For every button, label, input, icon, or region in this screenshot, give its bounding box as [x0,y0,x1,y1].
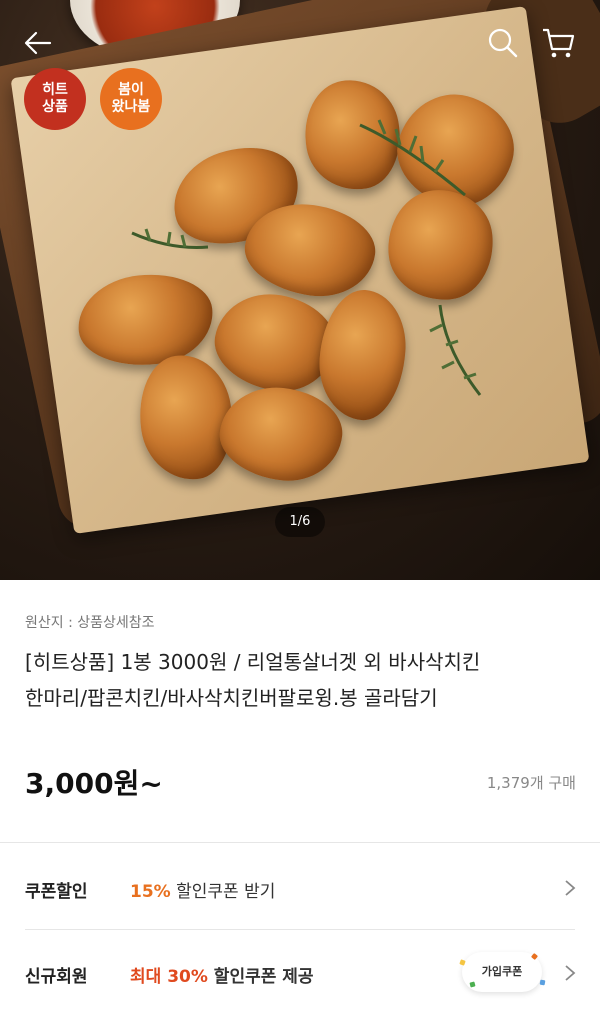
rosemary-sprig [429,304,482,396]
row-label: 신규회원 [25,967,88,987]
spring-event-badge: 봄이 왔나봄 [100,68,162,130]
chevron-right-icon [565,880,576,896]
discount-rate: 15% [130,882,171,902]
divider [0,842,600,843]
product-title-line: [히트상품] 1봉 3000원 / 리얼통살너겟 외 바사삭치킨 [25,650,481,674]
max-discount-rate: 최대 30% [130,967,208,987]
search-icon [488,28,518,58]
origin-label: 원산지 : 상품상세참조 [25,615,155,631]
coupon-text: 15% 할인쿠폰 받기 [130,877,275,902]
confetti-icon [539,979,546,986]
sold-count: 1,379개 구매 [486,774,576,792]
product-title-line: 한마리/팝콘치킨/바사삭치킨버팔로윙.봉 골라담기 [25,686,438,710]
cart-icon [543,28,575,58]
rosemary-sprig [131,228,209,249]
row-label: 쿠폰할인 [25,882,88,902]
gallery-page-indicator: 1/6 [275,507,325,537]
back-button[interactable] [20,25,56,61]
arrow-left-icon [24,31,52,55]
cart-button[interactable] [540,25,576,61]
product-image-gallery[interactable]: 1/6 [0,0,600,580]
new-member-coupon-row[interactable]: 신규회원 최대 30% 할인쿠폰 제공 가입쿠폰 [0,930,600,1011]
coupon-description: 할인쿠폰 받기 [170,882,276,902]
badge-line: 상품 [42,99,68,115]
search-button[interactable] [485,25,521,61]
member-coupon-description: 할인쿠폰 제공 [207,967,314,987]
chevron-right-icon [565,965,576,981]
badge-line: 봄이 [118,82,144,98]
coupon-discount-row[interactable]: 쿠폰할인 15% 할인쿠폰 받기 [0,845,600,929]
hit-product-badge: 히트 상품 [24,68,86,130]
member-coupon-text: 최대 30% 할인쿠폰 제공 [130,962,314,987]
badge-line: 왔나봄 [111,99,151,115]
product-price: 3,000원~ [25,767,163,800]
rosemary-sprig [359,119,466,197]
badge-line: 히트 [42,82,68,98]
product-title: [히트상품] 1봉 3000원 / 리얼통살너겟 외 바사삭치킨 한마리/팝콘치… [25,644,580,716]
